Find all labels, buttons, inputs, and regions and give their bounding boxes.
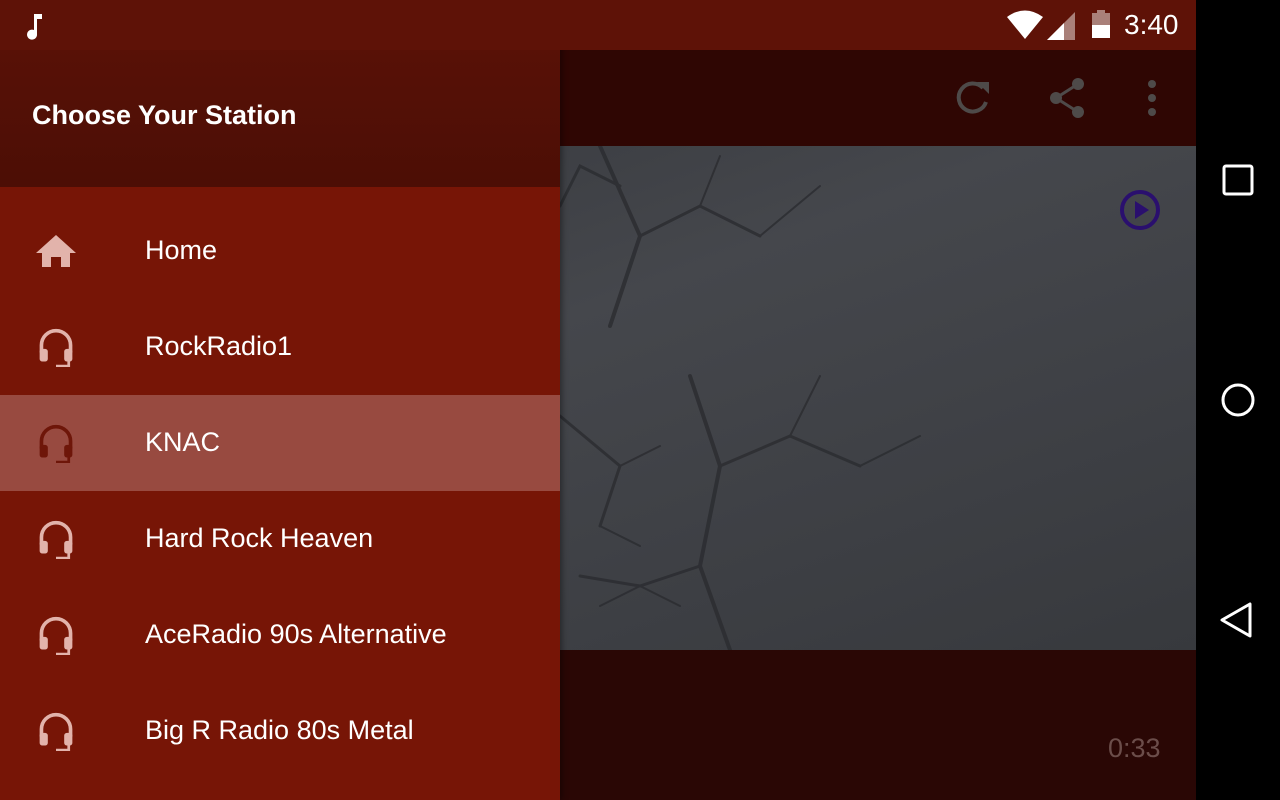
headphones-icon — [39, 520, 73, 559]
app-screen: 3:40 0:33 Choose Your Station Home RockR… — [0, 0, 1196, 800]
more-vert-icon[interactable] — [1140, 76, 1164, 120]
headphones-icon — [39, 424, 73, 463]
navigation-drawer: Choose Your Station Home RockRadio1 KNAC… — [0, 0, 560, 800]
headphones-icon — [39, 616, 73, 655]
share-icon[interactable] — [1046, 76, 1090, 120]
clock: 3:40 — [1124, 9, 1179, 40]
drawer-item-big-r-radio-80s-metal[interactable]: Big R Radio 80s Metal — [0, 683, 560, 779]
drawer-item-label: Hard Rock Heaven — [145, 523, 374, 553]
drawer-item-knac[interactable]: KNAC — [0, 395, 560, 491]
elapsed-time: 0:33 — [1108, 733, 1161, 763]
wifi-icon — [1007, 10, 1043, 39]
cell-signal-icon — [1047, 12, 1075, 40]
drawer-item-label: Big R Radio 80s Metal — [145, 715, 414, 745]
drawer-item-label: AceRadio 90s Alternative — [145, 619, 447, 649]
system-nav-bar — [1196, 0, 1280, 800]
drawer-item-label: RockRadio1 — [145, 331, 293, 361]
drawer-item-home[interactable]: Home — [0, 203, 560, 299]
drawer-item-label: KNAC — [145, 427, 221, 457]
play-circle-icon[interactable] — [1118, 188, 1162, 232]
headphones-icon — [39, 328, 73, 367]
home-circle-icon[interactable] — [1216, 378, 1260, 422]
drawer-title: Choose Your Station — [32, 100, 297, 130]
back-icon[interactable] — [1216, 598, 1260, 642]
home-icon — [36, 235, 76, 267]
status-bar: 3:40 — [0, 0, 1196, 50]
headphones-icon — [39, 712, 73, 751]
recents-icon[interactable] — [1216, 160, 1260, 200]
music-note-icon — [27, 14, 42, 40]
drawer-item-label: Home — [145, 235, 218, 265]
station-list: Home RockRadio1 KNAC Hard Rock Heaven Ac… — [0, 203, 560, 779]
drawer-item-hard-rock-heaven[interactable]: Hard Rock Heaven — [0, 491, 560, 587]
refresh-icon[interactable] — [952, 76, 994, 120]
battery-icon — [1092, 10, 1110, 38]
drawer-item-rockradio1[interactable]: RockRadio1 — [0, 299, 560, 395]
drawer-item-aceradio-90s-alternative[interactable]: AceRadio 90s Alternative — [0, 587, 560, 683]
